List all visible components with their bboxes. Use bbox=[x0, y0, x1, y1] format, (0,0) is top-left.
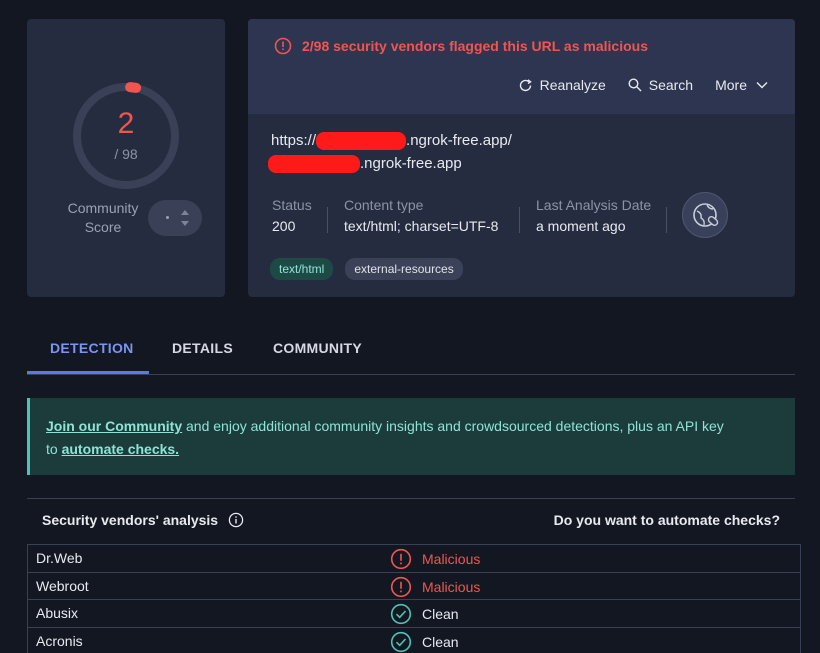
vendor-row: Acronis Clean bbox=[27, 627, 801, 653]
divider bbox=[666, 207, 667, 233]
vendor-result-label: Malicious bbox=[422, 578, 481, 595]
last-analysis-value: a moment ago bbox=[536, 218, 626, 234]
vendor-table: Dr.Web Malicious Webroot Malicious Abusix Cle… bbox=[27, 544, 801, 653]
vendor-row: Abusix Clean bbox=[27, 600, 801, 628]
detection-score-card: 2 / 98 Community Score bbox=[27, 19, 225, 297]
vendors-title-text: Security vendors' analysis bbox=[42, 512, 219, 528]
vendor-result: Malicious bbox=[390, 548, 480, 570]
automate-checks-link[interactable]: automate checks. bbox=[62, 441, 180, 457]
community-score-value-dot bbox=[166, 216, 169, 219]
globe-link-button[interactable] bbox=[682, 192, 728, 238]
alert-text: 2/98 security vendors flagged this URL a… bbox=[302, 38, 648, 54]
chevron-down-icon bbox=[756, 82, 768, 89]
alert-circle-icon bbox=[390, 548, 412, 570]
refresh-icon bbox=[519, 78, 532, 91]
banner-text-2: to bbox=[46, 441, 62, 457]
reanalyze-label: Reanalyze bbox=[539, 77, 606, 93]
search-icon bbox=[628, 78, 642, 92]
check-circle-icon bbox=[390, 603, 412, 625]
info-card-header: 2/98 security vendors flagged this URL a… bbox=[248, 19, 795, 114]
status-label: Status bbox=[272, 197, 312, 213]
tab-community[interactable]: COMMUNITY bbox=[273, 340, 362, 356]
community-banner: Join our Community and enjoy additional … bbox=[27, 398, 795, 475]
tag-list: text/html external-resources bbox=[270, 258, 475, 280]
join-community-link[interactable]: Join our Community bbox=[46, 418, 182, 434]
vendor-result: Clean bbox=[390, 603, 459, 625]
vote-up-icon[interactable] bbox=[181, 210, 189, 215]
domain-suffix: .ngrok-free.app bbox=[360, 155, 462, 172]
alert-circle-icon bbox=[274, 37, 292, 55]
vendor-row: Dr.Web Malicious bbox=[27, 545, 801, 573]
banner-line-2: to automate checks. bbox=[46, 438, 779, 461]
more-label: More bbox=[715, 77, 747, 93]
domain-redaction bbox=[268, 155, 360, 174]
community-vote-control[interactable] bbox=[148, 200, 202, 236]
vendors-title: Security vendors' analysis bbox=[42, 512, 244, 528]
vendor-name: Webroot bbox=[36, 577, 89, 594]
tab-details[interactable]: DETAILS bbox=[172, 340, 233, 356]
last-analysis-label: Last Analysis Date bbox=[536, 197, 652, 213]
url-redaction bbox=[316, 132, 407, 151]
malicious-alert: 2/98 security vendors flagged this URL a… bbox=[274, 37, 648, 55]
domain-line[interactable]: .ngrok-free.app bbox=[268, 155, 462, 174]
url-line[interactable]: https:// .ngrok-free.app/ bbox=[271, 132, 512, 151]
status-field: Status 200 bbox=[272, 197, 312, 234]
vendor-row: Webroot Malicious bbox=[27, 572, 801, 600]
reanalyze-button[interactable]: Reanalyze bbox=[518, 77, 606, 93]
tab-bar: DETECTION DETAILS COMMUNITY bbox=[27, 325, 795, 375]
status-value: 200 bbox=[272, 218, 296, 234]
detection-count: 2 bbox=[117, 107, 135, 140]
tag-text-html[interactable]: text/html bbox=[270, 258, 334, 280]
detection-total: / 98 bbox=[114, 146, 138, 162]
vendor-result-label: Clean bbox=[422, 606, 459, 622]
url-suffix: .ngrok-free.app/ bbox=[406, 132, 512, 149]
content-type-field: Content type text/html; charset=UTF-8 bbox=[344, 197, 498, 234]
url-prefix: https:// bbox=[271, 132, 317, 149]
content-type-value: text/html; charset=UTF-8 bbox=[344, 218, 499, 234]
vendor-result-label: Clean bbox=[422, 633, 459, 650]
check-circle-icon bbox=[390, 631, 412, 652]
more-button[interactable]: More bbox=[715, 77, 769, 93]
vote-down-icon[interactable] bbox=[181, 221, 189, 226]
banner-text-1: and enjoy additional community insights … bbox=[182, 418, 724, 434]
vendors-header: Security vendors' analysis Do you want t… bbox=[27, 498, 795, 542]
last-analysis-field: Last Analysis Date a moment ago bbox=[536, 197, 651, 234]
active-tab-indicator bbox=[27, 371, 149, 374]
divider bbox=[327, 207, 328, 233]
vendor-result: Malicious bbox=[390, 576, 480, 598]
community-score-label: Community Score bbox=[67, 200, 139, 235]
vendor-name: Abusix bbox=[36, 605, 79, 621]
header-actions: Reanalyze Search More bbox=[496, 77, 769, 93]
banner-line-1: Join our Community and enjoy additional … bbox=[46, 415, 779, 438]
tag-external-resources[interactable]: external-resources bbox=[345, 258, 463, 280]
search-button[interactable]: Search bbox=[628, 77, 693, 93]
content-type-label: Content type bbox=[344, 197, 424, 213]
url-info-card: 2/98 security vendors flagged this URL a… bbox=[248, 19, 795, 297]
info-icon[interactable] bbox=[228, 512, 244, 528]
globe-link-icon bbox=[693, 203, 719, 227]
alert-circle-icon bbox=[390, 576, 412, 597]
search-label: Search bbox=[648, 77, 694, 93]
vendor-result-label: Malicious bbox=[422, 551, 481, 567]
tab-detection[interactable]: DETECTION bbox=[50, 340, 134, 356]
divider bbox=[519, 207, 520, 233]
vendor-name: Acronis bbox=[36, 632, 83, 649]
detection-ring-marker bbox=[125, 82, 142, 93]
automate-checks-prompt[interactable]: Do you want to automate checks? bbox=[554, 512, 780, 528]
vendor-result: Clean bbox=[390, 631, 459, 653]
vendor-name: Dr.Web bbox=[36, 550, 83, 566]
